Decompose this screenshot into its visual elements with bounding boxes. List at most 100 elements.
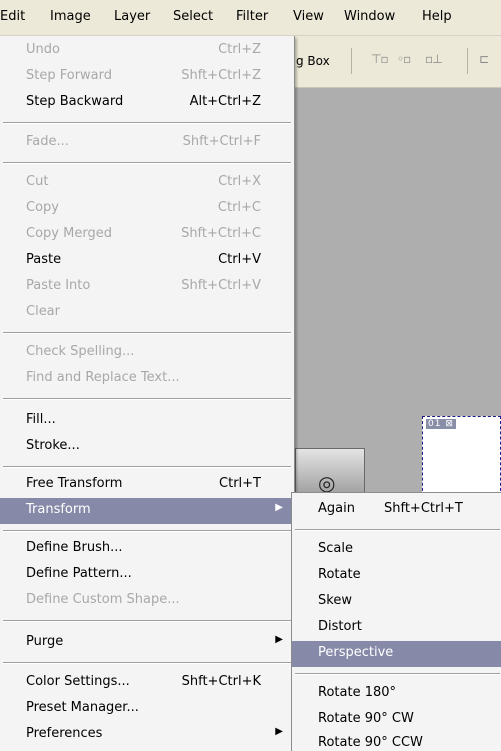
- align-left-icon[interactable]: ⊏: [479, 52, 489, 68]
- submenu-item-rotate-180[interactable]: Rotate 180°: [292, 681, 501, 707]
- menu-item-shortcut: Ctrl+T: [219, 476, 261, 491]
- menu-item-shortcut: Ctrl+C: [217, 200, 261, 215]
- menu-item-define-pattern[interactable]: Define Pattern...: [0, 562, 293, 588]
- menu-item-label: Skew: [318, 593, 352, 608]
- menu-item-label: Fade...: [26, 134, 69, 149]
- menu-item-label: Step Forward: [26, 68, 113, 83]
- menu-item-preset-manager[interactable]: Preset Manager...: [0, 696, 293, 722]
- menu-item-shortcut: Shft+Ctrl+V: [181, 278, 261, 293]
- submenu-arrow-icon: ▶: [275, 502, 283, 513]
- menu-item-stroke[interactable]: Stroke...: [0, 434, 293, 460]
- menu-item-copy[interactable]: Copy Ctrl+C: [0, 196, 293, 222]
- transform-submenu: Again Shft+Ctrl+T Scale Rotate Skew Dist…: [291, 492, 501, 751]
- menu-item-label: Perspective: [318, 645, 394, 660]
- menu-item-fill[interactable]: Fill...: [0, 408, 293, 434]
- menu-item-shortcut: Shft+Ctrl+T: [384, 501, 463, 516]
- menu-separator: [3, 162, 291, 164]
- submenu-item-again[interactable]: Again Shft+Ctrl+T: [292, 497, 501, 523]
- menu-separator: [3, 332, 291, 334]
- menu-item-label: Undo: [26, 42, 60, 57]
- menu-item-label: Define Custom Shape...: [26, 592, 180, 607]
- menu-item-label: Transform: [26, 502, 91, 517]
- menu-item-label: Paste Into: [26, 278, 91, 293]
- menu-item-define-custom-shape[interactable]: Define Custom Shape...: [0, 588, 293, 614]
- menu-item-step-forward[interactable]: Step Forward Shft+Ctrl+Z: [0, 64, 293, 90]
- menu-item-label: Scale: [318, 541, 353, 556]
- menu-separator: [3, 466, 291, 468]
- submenu-item-rotate-90-ccw[interactable]: Rotate 90° CCW: [292, 731, 501, 751]
- menu-item-step-backward[interactable]: Step Backward Alt+Ctrl+Z: [0, 90, 293, 116]
- menu-item-shortcut: Shft+Ctrl+C: [181, 226, 261, 241]
- menu-item-copy-merged[interactable]: Copy Merged Shft+Ctrl+C: [0, 222, 293, 248]
- submenu-item-rotate[interactable]: Rotate: [292, 563, 501, 589]
- menu-item-paste-into[interactable]: Paste Into Shft+Ctrl+V: [0, 274, 293, 300]
- align-bottom-icon[interactable]: ▫⊥: [425, 52, 443, 68]
- menu-item-undo[interactable]: Undo Ctrl+Z: [0, 38, 293, 64]
- submenu-item-scale[interactable]: Scale: [292, 537, 501, 563]
- bounding-box-label[interactable]: g Box: [296, 54, 330, 68]
- submenu-arrow-icon: ▶: [275, 726, 283, 737]
- menu-image[interactable]: Image: [50, 9, 91, 24]
- submenu-arrow-icon: ▶: [275, 634, 283, 645]
- menu-item-label: Clear: [26, 304, 60, 319]
- menu-separator: [295, 529, 500, 531]
- menu-help[interactable]: Help: [422, 9, 452, 24]
- menu-item-preferences[interactable]: Preferences ▶: [0, 722, 293, 748]
- menu-item-label: Check Spelling...: [26, 344, 135, 359]
- menu-item-label: Free Transform: [26, 476, 123, 491]
- menu-separator: [3, 530, 291, 532]
- menu-item-shortcut: Shft+Ctrl+K: [181, 674, 261, 689]
- menu-item-label: Purge: [26, 634, 64, 649]
- toolbar-divider: [467, 48, 468, 74]
- menu-item-define-brush[interactable]: Define Brush...: [0, 536, 293, 562]
- document-title: 01 ⊠: [426, 419, 456, 429]
- menu-view[interactable]: View: [293, 9, 324, 24]
- menu-item-label: Preset Manager...: [26, 700, 139, 715]
- menu-window[interactable]: Window: [344, 9, 395, 24]
- menu-item-paste[interactable]: Paste Ctrl+V: [0, 248, 293, 274]
- menu-item-find-replace[interactable]: Find and Replace Text...: [0, 366, 293, 392]
- menu-item-transform[interactable]: Transform ▶: [0, 498, 293, 524]
- submenu-item-skew[interactable]: Skew: [292, 589, 501, 615]
- menu-item-label: Rotate: [318, 567, 361, 582]
- align-vcenter-icon[interactable]: ◦▫: [397, 52, 411, 68]
- menu-layer[interactable]: Layer: [114, 9, 150, 24]
- menu-bar: Edit Image Layer Select Filter View Wind…: [0, 0, 501, 36]
- menu-item-shortcut: Ctrl+X: [218, 174, 261, 189]
- menu-item-label: Define Pattern...: [26, 566, 132, 581]
- menu-select[interactable]: Select: [173, 9, 213, 24]
- submenu-item-perspective[interactable]: Perspective: [292, 641, 501, 667]
- submenu-item-rotate-90-cw[interactable]: Rotate 90° CW: [292, 707, 501, 733]
- document-window[interactable]: 01 ⊠: [422, 416, 501, 496]
- menu-item-purge[interactable]: Purge ▶: [0, 630, 293, 656]
- menu-separator: [3, 620, 291, 622]
- menu-item-color-settings[interactable]: Color Settings... Shft+Ctrl+K: [0, 670, 293, 696]
- menu-item-label: Rotate 90° CCW: [318, 735, 423, 750]
- menu-item-label: Cut: [26, 174, 49, 189]
- menu-item-check-spelling[interactable]: Check Spelling...: [0, 340, 293, 366]
- menu-item-shortcut: Ctrl+V: [218, 252, 261, 267]
- menu-item-clear[interactable]: Clear: [0, 300, 293, 326]
- menu-item-label: Step Backward: [26, 94, 124, 109]
- align-top-icon[interactable]: ⊤▫: [371, 52, 389, 68]
- menu-item-cut[interactable]: Cut Ctrl+X: [0, 170, 293, 196]
- submenu-item-distort[interactable]: Distort: [292, 615, 501, 641]
- menu-edit[interactable]: Edit: [0, 9, 25, 24]
- menu-item-shortcut: Alt+Ctrl+Z: [189, 94, 261, 109]
- edit-menu: Undo Ctrl+Z Step Forward Shft+Ctrl+Z Ste…: [0, 36, 295, 751]
- menu-item-fade[interactable]: Fade... Shft+Ctrl+F: [0, 130, 293, 156]
- menu-item-free-transform[interactable]: Free Transform Ctrl+T: [0, 472, 293, 498]
- menu-item-label: Stroke...: [26, 438, 80, 453]
- menu-item-label: Color Settings...: [26, 674, 130, 689]
- image-thumbnail: ◎: [295, 448, 365, 498]
- menu-item-label: Find and Replace Text...: [26, 370, 180, 385]
- menu-item-label: Preferences: [26, 726, 103, 741]
- menu-item-shortcut: Ctrl+Z: [218, 42, 261, 57]
- menu-filter[interactable]: Filter: [236, 9, 268, 24]
- menu-item-shortcut: Shft+Ctrl+F: [182, 134, 261, 149]
- menu-separator: [3, 662, 291, 664]
- toolbar-divider: [351, 48, 352, 74]
- menu-item-label: Distort: [318, 619, 362, 634]
- menu-separator: [295, 673, 500, 675]
- menu-item-label: Again: [318, 501, 355, 516]
